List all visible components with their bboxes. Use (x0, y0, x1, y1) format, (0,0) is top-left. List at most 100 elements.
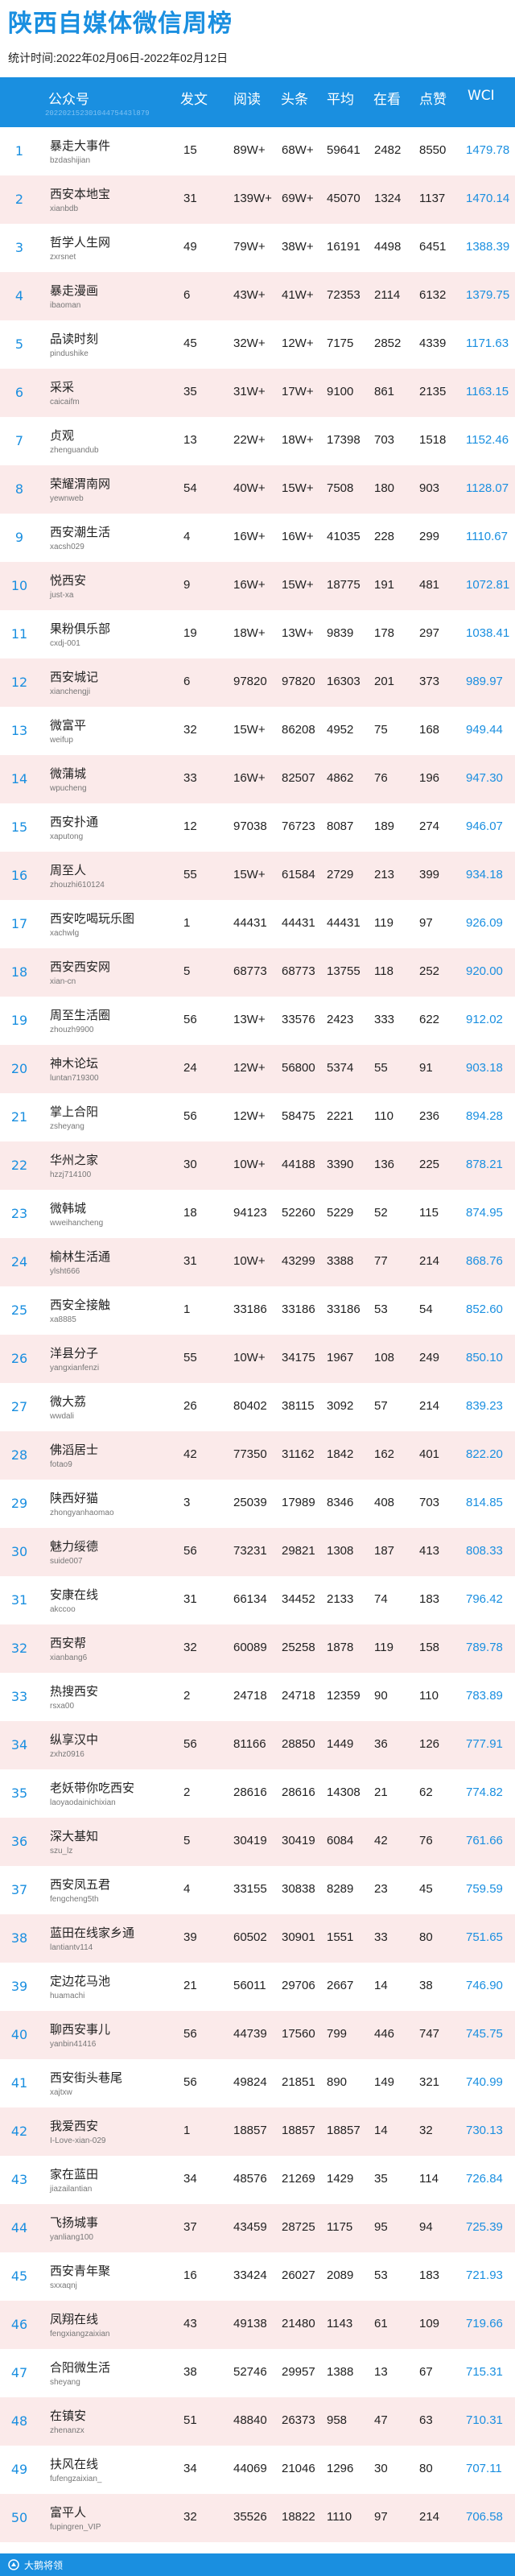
likes-cell: 903 (419, 481, 440, 495)
rank-cell: 46 (10, 2317, 28, 2332)
posts-cell: 12 (183, 819, 197, 833)
rank-cell: 3 (14, 240, 24, 255)
avg-cell: 14308 (327, 1785, 360, 1799)
watching-cell: 61 (374, 2317, 388, 2330)
top-cell: 29957 (282, 2365, 315, 2379)
account-name: 暴走大事件 (50, 138, 111, 153)
top-cell: 43299 (282, 1254, 315, 1268)
rank-cell: 48 (10, 2413, 28, 2429)
account-name: 微蒲城 (50, 766, 87, 781)
table-row: 22 华州之家 hzzj714100 30 10W+ 44188 3390 136 225 878… (0, 1141, 515, 1190)
header-avg: 平均 (327, 92, 354, 108)
table-row: 35 老妖带你吃西安 laoyaodainichixian 2 28616 28616 14… (0, 1769, 515, 1818)
avg-cell: 5374 (327, 1061, 354, 1075)
rank-cell: 22 (10, 1158, 28, 1173)
top-cell: 38115 (282, 1399, 315, 1413)
account-name: 老妖带你吃西安 (50, 1781, 135, 1795)
reads-cell: 33424 (233, 2268, 267, 2282)
table-row: 5 品读时刻 pindushike 45 32W+ 12W+ 7175 2852 4339 117… (0, 320, 515, 369)
rank-cell: 7 (14, 433, 24, 448)
account-name: 哲学人生网 (50, 235, 111, 250)
avg-cell: 4952 (327, 723, 354, 737)
reads-cell: 80402 (233, 1399, 267, 1413)
watching-cell: 23 (374, 1882, 388, 1896)
reads-cell: 44069 (233, 2462, 267, 2475)
account-id: sheyang (50, 2378, 80, 2387)
wci-cell: 1072.81 (466, 578, 510, 592)
account-id: weifup (50, 736, 73, 745)
wci-cell: 850.10 (466, 1351, 503, 1364)
reads-cell: 10W+ (233, 1158, 266, 1171)
table-row: 48 在镇安 zhenanzx 51 48840 26373 958 47 63 710.31 (0, 2397, 515, 2446)
posts-cell: 24 (183, 1061, 197, 1075)
account-id: xian-cn (50, 977, 76, 986)
posts-cell: 32 (183, 2510, 197, 2524)
posts-cell: 55 (183, 1351, 197, 1364)
top-cell: 33186 (282, 1302, 315, 1316)
account-id: akccoo (50, 1605, 76, 1614)
account-name: 安康在线 (50, 1587, 99, 1602)
reads-cell: 12W+ (233, 1061, 266, 1075)
rank-cell: 17 (10, 916, 28, 931)
avg-cell: 2667 (327, 1979, 354, 1992)
reads-cell: 25039 (233, 1496, 267, 1509)
logo-icon (8, 2559, 19, 2570)
avg-cell: 18857 (327, 2124, 360, 2137)
account-name: 西安吃喝玩乐图 (50, 911, 135, 926)
reads-cell: 48576 (233, 2172, 267, 2186)
wci-cell: 725.39 (466, 2220, 503, 2234)
avg-cell: 16191 (327, 240, 360, 254)
avg-cell: 1296 (327, 2462, 354, 2475)
wci-cell: 1470.14 (466, 192, 510, 205)
header-likes: 点赞 (419, 92, 447, 108)
posts-cell: 6 (183, 288, 191, 302)
wci-cell: 777.91 (466, 1737, 503, 1751)
table-row: 18 西安西安网 xian-cn 5 68773 68773 13755 118 252 920.… (0, 948, 515, 997)
avg-cell: 3388 (327, 1254, 354, 1268)
reads-cell: 60502 (233, 1930, 267, 1944)
likes-cell: 399 (419, 868, 440, 881)
date-range: 统计时间:2022年02月06日-2022年02月12日 (8, 52, 229, 64)
watching-cell: 75 (374, 723, 388, 737)
rank-cell: 45 (10, 2268, 28, 2284)
rank-cell: 50 (10, 2510, 28, 2525)
avg-cell: 1308 (327, 1544, 354, 1558)
wci-cell: 783.89 (466, 1689, 503, 1703)
top-cell: 69W+ (282, 192, 314, 205)
account-id: suide007 (50, 1557, 83, 1566)
wci-cell: 719.66 (466, 2317, 503, 2330)
avg-cell: 45070 (327, 192, 360, 205)
rank-cell: 30 (10, 1544, 28, 1559)
watching-cell: 47 (374, 2413, 388, 2427)
account-id: fufengzaixian_ (50, 2475, 102, 2483)
account-id: zhenguandub (50, 446, 99, 455)
top-cell: 28725 (282, 2220, 315, 2234)
reads-cell: 60089 (233, 1641, 267, 1654)
reads-cell: 44739 (233, 2027, 267, 2041)
account-id: zxrsnet (50, 253, 76, 262)
wci-cell: 814.85 (466, 1496, 503, 1509)
rank-cell: 47 (10, 2365, 28, 2380)
top-cell: 34175 (282, 1351, 315, 1364)
wci-cell: 740.99 (466, 2075, 503, 2089)
avg-cell: 9100 (327, 385, 354, 398)
watching-cell: 110 (374, 1109, 393, 1123)
likes-cell: 62 (419, 1785, 433, 1799)
wci-cell: 926.09 (466, 916, 503, 930)
account-name: 合阳微生活 (50, 2360, 111, 2375)
top-cell: 15W+ (282, 481, 314, 495)
likes-cell: 236 (419, 1109, 440, 1123)
header-id: 20220215230104475443l879 (45, 109, 150, 118)
account-id: caicaifm (50, 398, 80, 407)
watching-cell: 90 (374, 1689, 388, 1703)
account-name: 果粉俱乐部 (50, 621, 111, 636)
reads-cell: 66134 (233, 1592, 267, 1606)
likes-cell: 168 (419, 723, 440, 737)
watching-cell: 2482 (374, 143, 402, 157)
top-cell: 26373 (282, 2413, 315, 2427)
account-id: rsxa00 (50, 1702, 75, 1711)
account-id: xajtxw (50, 2088, 72, 2097)
account-id: szu_lz (50, 1847, 73, 1856)
posts-cell: 4 (183, 530, 191, 543)
posts-cell: 31 (183, 192, 197, 205)
